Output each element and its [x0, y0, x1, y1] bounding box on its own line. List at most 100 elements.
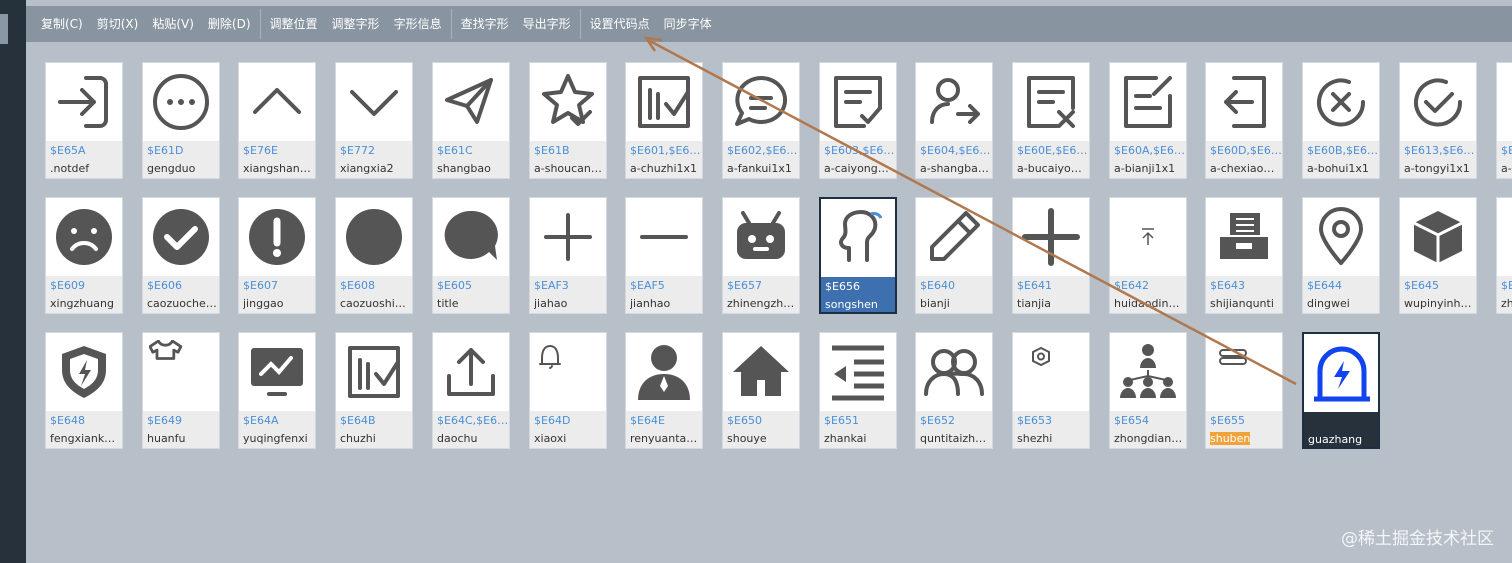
glyph-cell[interactable]: $E60A,$E61... a-bianji1x1: [1109, 62, 1187, 179]
glyph-cell[interactable]: $E654 zhongdianre...: [1109, 332, 1187, 449]
glyph-codepoint: $E657: [727, 279, 762, 292]
set-codepoint-button[interactable]: 设置代码点: [583, 6, 657, 42]
glyph-cell[interactable]: $E61C shangbao: [432, 62, 510, 179]
glyph-cell[interactable]: $EAF5 jianhao: [625, 197, 703, 314]
glyph-codepoint: $E64C,$E64F: [437, 414, 509, 427]
glyph-cell[interactable]: $E601,$E60C a-chuzhi1x1: [625, 62, 703, 179]
glyph-name-text: guazhang: [1308, 433, 1363, 446]
success-icon: [143, 198, 219, 276]
glyph-name-text: shijianqunti: [1210, 297, 1274, 310]
glyph-name: wupinyinhuan: [1404, 297, 1474, 310]
sidebar-tab[interactable]: [0, 14, 8, 44]
glyph-name: huidaodingbu: [1114, 297, 1184, 310]
glyph-cell[interactable]: $E602,$E60F a-fankui1x1: [722, 62, 800, 179]
reject-icon: [1303, 63, 1379, 141]
glyph-cell[interactable]: $E645 wupinyinhuan: [1399, 197, 1477, 314]
adjust-glyph-button[interactable]: 调整字形: [325, 6, 387, 42]
copy-button[interactable]: 复制(C): [34, 6, 90, 42]
glyph-label-area: $E602,$E60F a-fankui1x1: [723, 141, 799, 178]
sync-font-button[interactable]: 同步字体: [657, 6, 719, 42]
glyph-cell[interactable]: $E772 xiangxia2: [335, 62, 413, 179]
glyph-name-text: a-bianji1x1: [1114, 162, 1176, 175]
glyph-cell[interactable]: $E656 songshen: [819, 197, 897, 314]
glyph-cell[interactable]: $E65A .notdef: [45, 62, 123, 179]
glyph-cell[interactable]: $E655 shuben: [1205, 332, 1283, 449]
glyph-cell[interactable]: $E642 huidaodingbu: [1109, 197, 1187, 314]
glyph-cell[interactable]: $E644 dingwei: [1302, 197, 1380, 314]
undo-icon: [1206, 63, 1282, 141]
glyph-label-area: $E60D,$E617 a-chexiao1x1: [1206, 141, 1282, 178]
glyph-info-button[interactable]: 字形信息: [387, 6, 449, 42]
glyph-cell[interactable]: $E607 jinggao: [238, 197, 316, 314]
glyph-name: zhankai: [824, 432, 894, 445]
glyph-cell[interactable]: $E657 zhinengzhus...: [722, 197, 800, 314]
glyph-cell[interactable]: $E6 zhu: [1496, 197, 1512, 314]
glyph-cell[interactable]: $E640 bianji: [915, 197, 993, 314]
glyph-cell[interactable]: $E605 title: [432, 197, 510, 314]
export-glyph-button[interactable]: 导出字形: [516, 6, 578, 42]
glyph-cell[interactable]: $E613,$E619 a-tongyi1x1: [1399, 62, 1477, 179]
glyph-cell[interactable]: $E609 xingzhuang: [45, 197, 123, 314]
paste-button[interactable]: 粘贴(V): [145, 6, 201, 42]
glyph-name: shijianqunti: [1210, 297, 1280, 310]
glyph-name: a-caiyong1x1: [824, 162, 894, 175]
glyph-name-text: shouye: [727, 432, 767, 445]
fail-circle-icon: [336, 198, 412, 276]
glyph-cell[interactable]: $E604,$E611 a-shangbao...: [915, 62, 993, 179]
glyph-cell[interactable]: $E64E renyuantaiz...: [625, 332, 703, 449]
glyph-cell[interactable]: $E64B chuzhi: [335, 332, 413, 449]
glyph-codepoint: $E64D: [534, 414, 571, 427]
glyph-cell[interactable]: $E648 fengxiankan...: [45, 332, 123, 449]
glyph-cell[interactable]: $E76E xiangshang2: [238, 62, 316, 179]
glyph-cell[interactable]: $E653 shezhi: [1012, 332, 1090, 449]
glyph-cell[interactable]: $E652 quntitaizhang: [915, 332, 993, 449]
delete-button[interactable]: 删除(D): [201, 6, 258, 42]
shield-bolt-icon: [46, 333, 122, 411]
glyph-label-area: $E61C shangbao: [433, 141, 509, 178]
glyph-name-text: songshen: [825, 298, 878, 311]
glyph-cell[interactable]: $E649 huanfu: [142, 332, 220, 449]
glyph-cell[interactable]: $E64C,$E64F daochu: [432, 332, 510, 449]
glyph-label-area: $E60E,$E615 a-bucaiyong...: [1013, 141, 1089, 178]
glyph-name: daochu: [437, 432, 507, 445]
glyph-name-text: zhongdianre...: [1114, 432, 1184, 445]
glyph-name: zhinengzhus...: [727, 297, 797, 310]
location-icon: [1303, 198, 1379, 276]
glyph-cell[interactable]: $E651 zhankai: [819, 332, 897, 449]
adjust-position-button[interactable]: 调整位置: [263, 6, 325, 42]
glyph-cell[interactable]: $E603,$E610 a-caiyong1x1: [819, 62, 897, 179]
glyph-name: a-d: [1501, 162, 1512, 175]
glyph-cell[interactable]: $E641 tianjia: [1012, 197, 1090, 314]
glyph-cell[interactable]: $E650 shouye: [722, 332, 800, 449]
glyph-cell[interactable]: $E64A yuqingfenxi: [238, 332, 316, 449]
glyph-cell[interactable]: $E6 a-d: [1496, 62, 1512, 179]
glyph-codepoint: $E772: [340, 144, 375, 157]
glyph-cell[interactable]: guazhang: [1302, 332, 1380, 449]
glyph-name-text: quntitaizhang: [920, 432, 990, 445]
glyph-codepoint: $E6: [1501, 144, 1512, 157]
glyph-name: a-chexiao1x1: [1210, 162, 1280, 175]
glyph-name-text: xiaoxi: [534, 432, 567, 445]
edit-note-icon: [1110, 63, 1186, 141]
glyph-codepoint: $E613,$E619: [1404, 144, 1476, 157]
glyph-codepoint: $E653: [1017, 414, 1052, 427]
glyph-label-area: $E645 wupinyinhuan: [1400, 276, 1476, 313]
glyph-cell[interactable]: $EAF3 jiahao: [529, 197, 607, 314]
glyph-cell[interactable]: $E64D xiaoxi: [529, 332, 607, 449]
user-arrow-icon: [916, 63, 992, 141]
glyph-cell[interactable]: $E60E,$E615 a-bucaiyong...: [1012, 62, 1090, 179]
glyph-label-area: $E641 tianjia: [1013, 276, 1089, 313]
glyph-codepoint: $E604,$E611: [920, 144, 992, 157]
glyph-cell[interactable]: $E61D gengduo: [142, 62, 220, 179]
feedback-icon: [723, 63, 799, 141]
glyph-cell[interactable]: $E60D,$E617 a-chexiao1x1: [1205, 62, 1283, 179]
glyph-cell[interactable]: $E60B,$E618 a-bohui1x1: [1302, 62, 1380, 179]
glyph-cell[interactable]: $E643 shijianqunti: [1205, 197, 1283, 314]
glyph-name: renyuantaiz...: [630, 432, 700, 445]
glyph-cell[interactable]: $E608 caozuoshibai: [335, 197, 413, 314]
glyph-cell[interactable]: $E606 caozuochen...: [142, 197, 220, 314]
cut-button[interactable]: 剪切(X): [90, 6, 146, 42]
find-glyph-button[interactable]: 查找字形: [454, 6, 516, 42]
glyph-label-area: $EAF3 jiahao: [530, 276, 606, 313]
glyph-cell[interactable]: $E61B a-shoucang...: [529, 62, 607, 179]
